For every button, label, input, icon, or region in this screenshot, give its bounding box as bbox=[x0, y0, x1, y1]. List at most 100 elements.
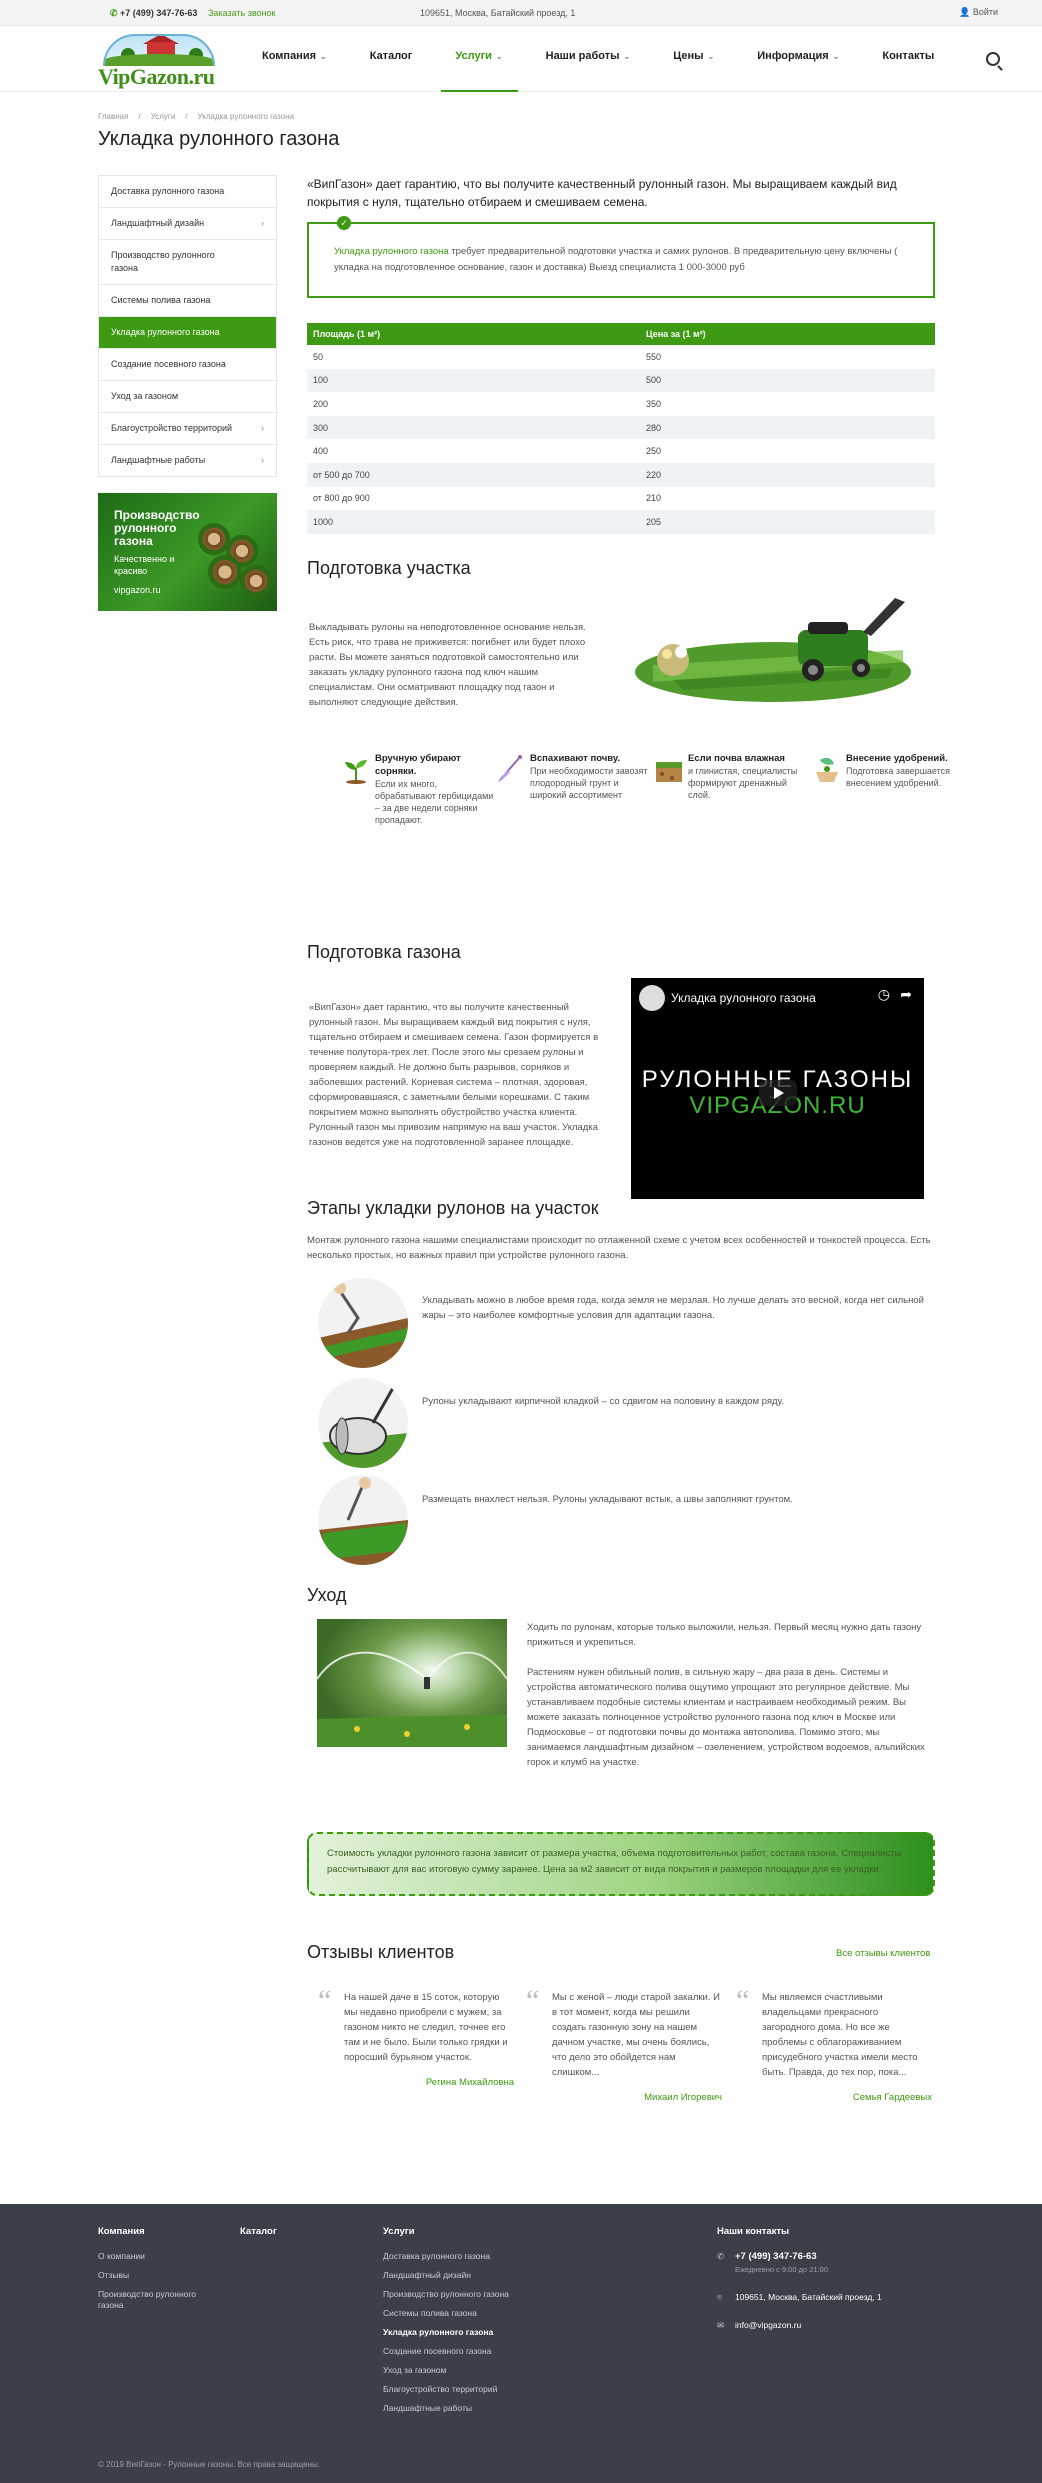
footer-col-services: Услуги Доставка рулонного газона Ландшаф… bbox=[383, 2226, 513, 2422]
quote-icon: “ bbox=[526, 1984, 540, 2017]
stage-image-3 bbox=[318, 1475, 408, 1565]
logo-text: VipGazon.ru bbox=[98, 64, 215, 89]
footer-link[interactable]: Отзывы bbox=[98, 2270, 218, 2281]
sidebar-item-improvement[interactable]: Благоустройство территорий › bbox=[99, 413, 276, 445]
footer-link[interactable]: Доставка рулонного газона bbox=[383, 2251, 513, 2262]
chevron-down-icon: ⌄ bbox=[832, 52, 840, 61]
top-bar: ✆ +7 (499) 347-76-63 Заказать звонок 109… bbox=[0, 0, 1042, 26]
table-row: 300 280 bbox=[307, 415, 935, 440]
video-player[interactable]: Укладка рулонного газона ◷ ➦ РУЛОННЫЕ ГА… bbox=[631, 978, 924, 1199]
section-title-lawn-prep: Подготовка газона bbox=[307, 942, 461, 962]
chevron-down-icon: ⌄ bbox=[320, 52, 327, 61]
channel-avatar bbox=[639, 985, 665, 1011]
chevron-right-icon: › bbox=[261, 455, 264, 465]
table-row: от 800 до 900 210 bbox=[313, 493, 662, 504]
breadcrumb: Главная / Услуги / Укладка рулонного газона bbox=[98, 112, 295, 121]
chevron-down-icon: ⌄ bbox=[495, 52, 503, 61]
section-title-reviews: Отзывы клиентов bbox=[307, 1942, 455, 1962]
review-author: Семья Гардеевых bbox=[852, 2092, 932, 2103]
table-row: 200 350 bbox=[313, 398, 662, 409]
footer-link-active[interactable]: Укладка рулонного газона bbox=[383, 2327, 513, 2338]
footer-link[interactable]: Уход за газоном bbox=[383, 2365, 513, 2376]
share-icon[interactable]: ➦ bbox=[900, 986, 912, 1003]
stage-image-1 bbox=[318, 1278, 408, 1368]
section-title-prep: Подготовка участка bbox=[307, 558, 471, 578]
sidebar-item-seeded[interactable]: Создание посевного газона bbox=[99, 349, 276, 381]
footer-email[interactable]: info@vipgazon.ru bbox=[735, 2320, 947, 2330]
section-title-stages: Этапы укладки рулонов на участок bbox=[307, 1198, 599, 1218]
logo[interactable]: VipGazon.ru bbox=[98, 32, 220, 89]
login-link[interactable]: 👤 Войти bbox=[959, 7, 998, 18]
note-highlight: Укладка рулонного газона bbox=[334, 246, 449, 257]
user-icon: 👤 bbox=[959, 7, 973, 17]
footer-link[interactable]: Системы полива газона bbox=[383, 2308, 513, 2319]
price-table: Площадь (1 м²) Цена за (1 м²) 50 550 100 5… bbox=[307, 323, 935, 534]
review-author: Михаил Игоревич bbox=[644, 2092, 722, 2103]
breadcrumb-current: Укладка рулонного газона bbox=[197, 112, 295, 121]
sidebar-item-care[interactable]: Уход за газоном bbox=[99, 381, 276, 413]
quote-icon: “ bbox=[736, 1984, 750, 2017]
feature-plowing: Вспахивают почву. При необходимости завоз… bbox=[498, 752, 650, 801]
footer-link[interactable]: Производство рулонного газона bbox=[383, 2289, 513, 2300]
nav-item-works[interactable]: Наши работы ⌄ bbox=[546, 26, 650, 92]
stage-image-2 bbox=[318, 1378, 408, 1468]
sidebar-item-works[interactable]: Ландшафтные работы › bbox=[99, 445, 276, 476]
nav-item-catalog[interactable]: Каталог bbox=[370, 26, 432, 92]
review-card: “ Мы с женой – люди старой закалки. И в … bbox=[526, 1984, 722, 2104]
stages-intro: Монтаж рулонного газона нашими специалис… bbox=[307, 1235, 931, 1261]
footer-link[interactable]: Создание посевного газона bbox=[383, 2346, 513, 2357]
footer-link[interactable]: Ландшафтный дизайн bbox=[383, 2270, 513, 2281]
note-box: ✓ Укладка рулонного газона требует предв… bbox=[307, 216, 935, 298]
care-text-1: Ходить по рулонам, которые только выложи… bbox=[527, 1622, 922, 1648]
sidebar-menu: Доставка рулонного газона Ландшафтный ди… bbox=[98, 175, 277, 477]
nav-item-prices[interactable]: Цены ⌄ bbox=[673, 26, 733, 92]
nav-item-company[interactable]: Компания ⌄ bbox=[262, 26, 346, 92]
header: VipGazon.ru Компания ⌄ Каталог Услуги ⌄ На… bbox=[0, 26, 1042, 92]
top-address: 109651, Москва, Батайский проезд, 1 bbox=[420, 8, 576, 18]
table-row: 50 550 bbox=[313, 351, 662, 362]
clock-icon[interactable]: ◷ bbox=[878, 986, 890, 1003]
nav-item-contacts[interactable]: Контакты bbox=[882, 26, 953, 92]
copyright: © 2019 ВипГазон - Рулонные газоны. Все п… bbox=[98, 2460, 321, 2469]
callback-link[interactable]: Заказать звонок bbox=[208, 8, 275, 18]
sidebar-item-production[interactable]: Производство рулонного газона bbox=[99, 240, 276, 285]
lawn-prep-text: «ВипГазон» дает гарантию, что вы получит… bbox=[309, 1002, 599, 1148]
promo-title: Производство рулонного газона bbox=[114, 508, 200, 548]
soil-icon bbox=[656, 762, 682, 782]
promo-subtitle: Качественно и красиво bbox=[114, 554, 175, 576]
video-title: Укладка рулонного газона bbox=[671, 991, 816, 1005]
footer-hours: Ежедневно с 9:00 до 21:00 bbox=[735, 2265, 829, 2274]
review-card: “ Мы являемся счастливыми владельцами пр… bbox=[736, 1984, 932, 2104]
footer-link[interactable]: О компании bbox=[98, 2251, 218, 2262]
intro-text: «ВипГазон» дает гарантию, что вы получит… bbox=[307, 177, 897, 209]
price-info-banner: Стоимость укладки рулонного газона завис… bbox=[307, 1832, 935, 1896]
breadcrumb-services[interactable]: Услуги bbox=[151, 112, 176, 121]
review-author: Регина Михайловна bbox=[425, 2077, 514, 2088]
chevron-down-icon: ⌄ bbox=[707, 52, 715, 61]
breadcrumb-home[interactable]: Главная bbox=[98, 112, 128, 121]
promo-banner[interactable]: Производство рулонного газона Качественн… bbox=[98, 493, 277, 611]
quote-icon: “ bbox=[318, 1984, 332, 2017]
footer-phone[interactable]: +7 (499) 347-76-63 bbox=[735, 2251, 947, 2262]
footer-link[interactable]: Каталог bbox=[240, 2226, 277, 2237]
mail-icon: ✉ bbox=[717, 2320, 725, 2330]
sidebar-item-delivery[interactable]: Доставка рулонного газона bbox=[99, 176, 276, 208]
lawnmower-image bbox=[635, 598, 911, 702]
search-icon[interactable] bbox=[986, 52, 1000, 66]
nav-item-info[interactable]: Информация ⌄ bbox=[757, 26, 858, 92]
footer-link[interactable]: Производство рулонного газона bbox=[98, 2289, 218, 2311]
table-row: 400 250 bbox=[313, 446, 662, 457]
footer-link[interactable]: Ландшафтные работы bbox=[383, 2403, 513, 2414]
all-reviews-link[interactable]: Все отзывы клиентов bbox=[836, 1948, 930, 1959]
table-row: 1000 205 bbox=[307, 510, 935, 534]
play-button[interactable] bbox=[759, 1080, 797, 1106]
sidebar-item-irrigation[interactable]: Системы полива газона bbox=[99, 285, 276, 317]
sidebar-item-landscape[interactable]: Ландшафтный дизайн › bbox=[99, 208, 276, 240]
sidebar-item-laying[interactable]: Укладка рулонного газона bbox=[99, 317, 276, 349]
top-phone[interactable]: ✆ +7 (499) 347-76-63 bbox=[110, 8, 197, 19]
table-row: 100 500 bbox=[307, 368, 935, 393]
chevron-right-icon: › bbox=[261, 423, 264, 433]
nav-item-services[interactable]: Услуги ⌄ bbox=[441, 26, 521, 92]
footer-contacts: Наши контакты ✆ +7 (499) 347-76-63 Ежедн… bbox=[717, 2226, 947, 2330]
footer-link[interactable]: Благоустройство территорий bbox=[383, 2384, 513, 2395]
